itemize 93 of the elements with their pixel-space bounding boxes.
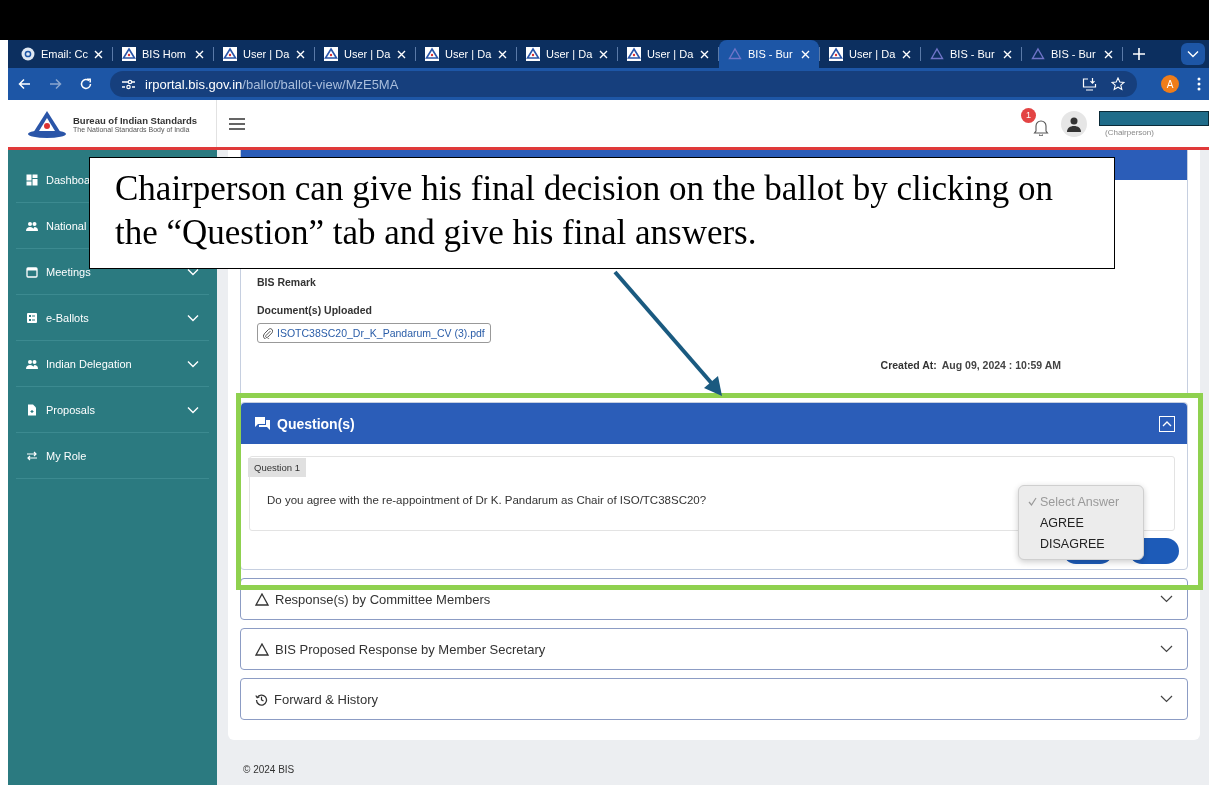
close-icon[interactable] xyxy=(94,49,103,59)
notification-badge: 1 xyxy=(1021,107,1036,123)
logo-icon xyxy=(526,47,540,61)
logo-icon xyxy=(122,47,136,61)
close-icon[interactable] xyxy=(599,49,608,59)
file-icon xyxy=(26,403,38,416)
callout-tooltip: Chairperson can give his final decision on the ballot by clicking on the “Question” tab and give his final answers. xyxy=(89,157,1115,269)
questions-header[interactable]: Question(s) xyxy=(241,403,1187,444)
url-path: /ballot/ballot-view/MzE5MA xyxy=(242,76,399,92)
plus-icon[interactable] xyxy=(1133,48,1145,60)
history-icon xyxy=(255,692,268,706)
close-icon[interactable] xyxy=(801,49,810,59)
accordion-header[interactable]: BIS Proposed Response by Member Secretary xyxy=(240,628,1188,670)
sidebar-item[interactable]: e-Ballots xyxy=(16,295,209,341)
section-title: Forward & History xyxy=(274,691,380,707)
tab-list-button[interactable] xyxy=(1181,43,1205,65)
close-icon[interactable] xyxy=(1003,49,1012,59)
at-sign-icon xyxy=(21,47,35,61)
list-icon xyxy=(26,311,38,324)
close-icon[interactable] xyxy=(902,49,911,59)
field-label: Created At: xyxy=(880,359,937,371)
browser-tab[interactable]: BIS Hom xyxy=(113,40,213,68)
browser-tab[interactable]: User | Da xyxy=(820,40,920,68)
attachment-link[interactable]: ISOTC38SC20_Dr_K_Pandarum_CV (3).pdf xyxy=(257,323,491,343)
field-label: BIS Remark xyxy=(257,276,316,288)
browser-tab[interactable]: BIS - Bur xyxy=(1022,40,1122,68)
reload-icon[interactable] xyxy=(80,78,92,90)
browser-tab[interactable]: User | Da xyxy=(214,40,314,68)
back-arrow-icon[interactable] xyxy=(18,78,31,90)
person-icon xyxy=(1066,115,1082,132)
logo-icon xyxy=(627,47,641,61)
user-role: (Chairperson) xyxy=(1104,127,1155,137)
close-icon[interactable] xyxy=(397,49,406,59)
sidebar-item[interactable]: My Role xyxy=(16,433,209,479)
chevron-down-icon[interactable] xyxy=(1160,695,1173,703)
calendar-icon xyxy=(26,265,38,278)
footer-copyright: © 2024 BIS xyxy=(242,763,296,777)
logo-icon xyxy=(425,47,439,61)
menu-option[interactable]: DISAGREE xyxy=(1019,533,1143,554)
triangle-icon xyxy=(930,47,944,61)
people-icon xyxy=(26,357,38,370)
question-tag: Question 1 xyxy=(248,458,306,477)
close-icon[interactable] xyxy=(296,49,305,59)
chat-icon xyxy=(255,417,270,430)
browser-tab[interactable]: User | Da xyxy=(315,40,415,68)
org-name: Bureau of Indian Standards xyxy=(73,114,198,126)
bell-icon[interactable] xyxy=(1033,117,1049,136)
triangle-icon xyxy=(728,47,742,61)
logo-icon xyxy=(324,47,338,61)
logo-icon xyxy=(223,47,237,61)
browser-tab[interactable]: Email: Cc xyxy=(12,40,112,68)
created-date: Aug 09, 2024 : 10:59 AM xyxy=(941,359,1061,371)
forward-arrow-icon[interactable] xyxy=(49,78,62,90)
check-icon xyxy=(1028,497,1037,506)
star-icon[interactable] xyxy=(1111,77,1125,91)
browser-tab[interactable]: BIS - Bur xyxy=(719,40,819,68)
browser-tab[interactable]: User | Da xyxy=(416,40,516,68)
section-title: BIS Proposed Response by Member Secretary xyxy=(275,641,547,657)
paperclip-icon xyxy=(263,327,273,339)
sidebar-item[interactable]: Indian Delegation xyxy=(16,341,209,387)
chevron-down-icon[interactable] xyxy=(1160,645,1173,653)
chevron-up-icon xyxy=(1162,420,1172,427)
menu-option[interactable]: AGREE xyxy=(1019,512,1143,533)
menu-icon[interactable] xyxy=(229,117,245,130)
address-bar[interactable]: irportal.bis.gov.in/ballot/ballot-view/MzE5MA xyxy=(110,71,1137,97)
swap-icon xyxy=(26,449,38,462)
browser-tab[interactable]: User | Da xyxy=(517,40,617,68)
triangle-icon xyxy=(255,592,269,606)
browser-tab[interactable]: User | Da xyxy=(618,40,718,68)
sidebar-item[interactable]: Proposals xyxy=(16,387,209,433)
accordion-header[interactable]: Forward & History xyxy=(240,678,1188,720)
close-icon[interactable] xyxy=(700,49,709,59)
menu-icon[interactable] xyxy=(1197,77,1201,91)
close-icon[interactable] xyxy=(195,49,204,59)
chevron-down-icon[interactable] xyxy=(1160,595,1173,603)
accordion-header[interactable]: Response(s) by Committee Members xyxy=(240,578,1188,620)
install-icon[interactable] xyxy=(1082,77,1097,91)
tune-icon[interactable] xyxy=(122,78,135,90)
triangle-icon xyxy=(255,642,269,656)
section-title: Response(s) by Committee Members xyxy=(275,591,492,607)
question-text: Do you agree with the re-appointment of Dr K. Pandarum as Chair of ISO/TC38SC20? xyxy=(267,494,707,506)
section-title: Question(s) xyxy=(277,415,355,432)
browser-tab[interactable]: BIS - Bur xyxy=(921,40,1021,68)
user-avatar[interactable] xyxy=(1061,110,1087,137)
field-label: Document(s) Uploaded xyxy=(257,304,372,316)
dashboard-icon xyxy=(26,173,38,186)
collapse-toggle[interactable] xyxy=(1159,415,1175,432)
close-icon[interactable] xyxy=(1104,49,1113,59)
url-host: irportal.bis.gov.in xyxy=(145,76,243,92)
close-icon[interactable] xyxy=(498,49,507,59)
triangle-icon xyxy=(1031,47,1045,61)
logo-icon xyxy=(829,47,843,61)
people-icon xyxy=(26,219,38,232)
